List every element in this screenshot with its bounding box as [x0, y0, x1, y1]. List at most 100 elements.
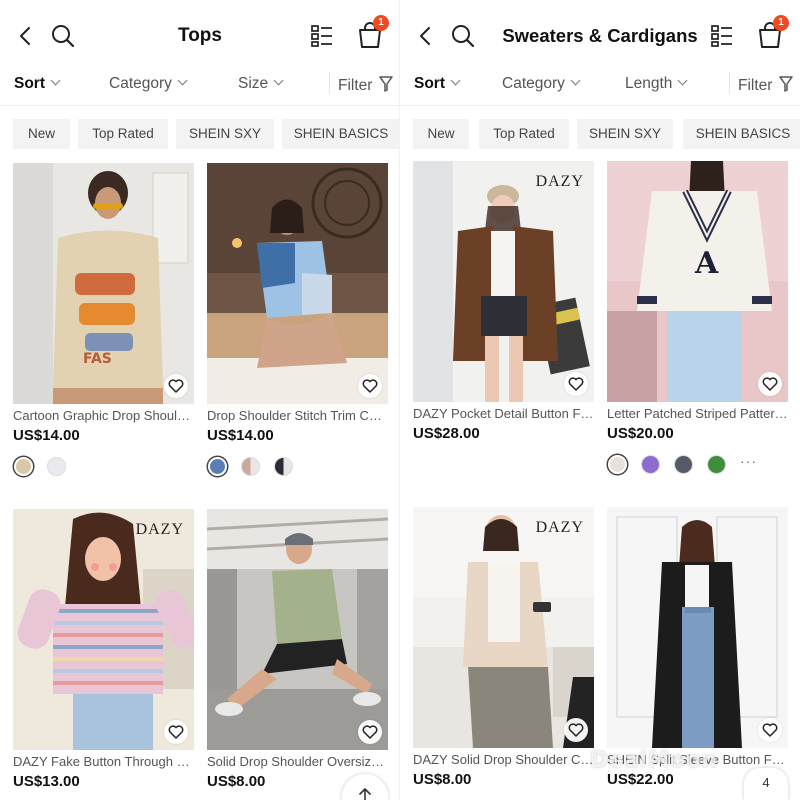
filter-divider	[729, 72, 730, 94]
length-dropdown[interactable]: Length	[625, 74, 688, 94]
grid-view-icon[interactable]	[310, 24, 334, 48]
product-image[interactable]: FAS	[13, 163, 194, 404]
product-image[interactable]: DAZY	[13, 509, 194, 750]
color-swatch[interactable]	[241, 457, 260, 476]
chevron-down-icon	[570, 75, 581, 86]
product-title[interactable]: Solid Drop Shoulder Oversized Tee	[207, 754, 388, 770]
search-icon[interactable]	[450, 23, 476, 49]
page-title: Tops	[178, 25, 222, 46]
category-dropdown[interactable]: Category	[502, 74, 581, 94]
color-swatch[interactable]	[274, 457, 293, 476]
page-number-indicator: 4	[744, 768, 788, 800]
product-image[interactable]: A	[607, 161, 788, 402]
filter-funnel-icon	[379, 76, 393, 92]
product-title[interactable]: Drop Shoulder Stitch Trim Colorblock Tee	[207, 408, 388, 424]
product-image[interactable]: DAZY	[413, 161, 594, 402]
heart-icon	[362, 725, 378, 739]
wishlist-heart-button[interactable]	[358, 374, 382, 398]
product-image[interactable]	[207, 163, 388, 404]
sort-label: Sort	[14, 75, 45, 92]
product-price: US$14.00	[13, 427, 80, 444]
product-price: US$22.00	[607, 771, 674, 788]
scroll-to-top-button[interactable]	[342, 774, 388, 800]
heart-icon	[568, 377, 584, 391]
watermark: DealMoon	[590, 748, 718, 773]
app-root: Tops 1 Sort Category Size Filter New Top…	[0, 0, 800, 800]
top-bar: Tops 1	[0, 0, 400, 70]
svg-text:A: A	[694, 246, 719, 281]
product-price: US$28.00	[413, 425, 480, 442]
filter-bar: Sort Category Size Filter	[0, 62, 400, 106]
product-image[interactable]: DAZY	[413, 507, 594, 748]
heart-icon	[168, 725, 184, 739]
size-dropdown[interactable]: Size	[238, 74, 284, 94]
back-arrow-icon[interactable]	[414, 24, 438, 48]
wishlist-heart-button[interactable]	[164, 374, 188, 398]
more-colors-indicator[interactable]: ···	[740, 453, 757, 469]
product-title[interactable]: DAZY Pocket Detail Button Front Cardigan	[413, 406, 594, 422]
heart-icon	[568, 723, 584, 737]
heart-icon	[762, 377, 778, 391]
product-price: US$8.00	[413, 771, 472, 788]
filter-button[interactable]: Filter	[738, 74, 793, 96]
svg-text:FAS: FAS	[83, 351, 112, 367]
color-swatch[interactable]	[47, 457, 66, 476]
category-label: Category	[109, 75, 172, 92]
color-swatch[interactable]	[641, 455, 660, 474]
filter-label: Filter	[738, 77, 773, 94]
length-label: Length	[625, 75, 673, 92]
category-dropdown[interactable]: Category	[109, 74, 188, 94]
chip-top-rated[interactable]: Top Rated	[78, 119, 168, 149]
wishlist-heart-button[interactable]	[758, 372, 782, 396]
sort-label: Sort	[414, 75, 445, 92]
color-swatch[interactable]	[707, 455, 726, 474]
wishlist-heart-button[interactable]	[564, 372, 588, 396]
grid-view-icon[interactable]	[710, 24, 734, 48]
category-label: Category	[502, 75, 565, 92]
chip-shein-basics[interactable]: SHEIN BASICS	[683, 119, 800, 149]
product-price: US$14.00	[207, 427, 274, 444]
chip-shein-sxy[interactable]: SHEIN SXY	[577, 119, 673, 149]
sort-dropdown[interactable]: Sort	[414, 74, 461, 94]
color-swatch[interactable]	[208, 457, 227, 476]
brand-logo: DAZY	[135, 521, 184, 538]
chip-top-rated[interactable]: Top Rated	[479, 119, 569, 149]
filter-bar: Sort Category Length Filter	[400, 62, 800, 106]
product-price: US$13.00	[13, 773, 80, 790]
page-title: Sweaters & Cardigans	[502, 25, 698, 46]
chevron-down-icon	[677, 75, 688, 86]
filter-funnel-icon	[779, 76, 793, 92]
color-swatch[interactable]	[14, 457, 33, 476]
wishlist-heart-button[interactable]	[164, 720, 188, 744]
chip-shein-basics[interactable]: SHEIN BASICS	[282, 119, 400, 149]
color-swatch[interactable]	[674, 455, 693, 474]
brand-logo: DAZY	[535, 173, 584, 190]
sort-dropdown[interactable]: Sort	[14, 74, 61, 94]
chevron-down-icon	[50, 75, 61, 86]
brand-logo: DAZY	[535, 519, 584, 536]
chip-new[interactable]: New	[413, 119, 469, 149]
product-title[interactable]: Cartoon Graphic Drop Shoulder Tee	[13, 408, 194, 424]
wishlist-heart-button[interactable]	[564, 718, 588, 742]
product-image[interactable]	[207, 509, 388, 750]
color-swatch[interactable]	[608, 455, 627, 474]
filter-label: Filter	[338, 77, 373, 94]
product-title[interactable]: DAZY Solid Drop Shoulder Cardigan	[413, 752, 594, 768]
product-title[interactable]: Letter Patched Striped Pattern Sweater	[607, 406, 788, 422]
wishlist-heart-button[interactable]	[758, 718, 782, 742]
heart-icon	[168, 379, 184, 393]
cart-count-badge: 1	[773, 15, 789, 31]
chip-new[interactable]: New	[13, 119, 70, 149]
wishlist-heart-button[interactable]	[358, 720, 382, 744]
product-image[interactable]	[607, 507, 788, 748]
product-title[interactable]: DAZY Fake Button Through Striped Top	[13, 754, 194, 770]
arrow-up-icon	[359, 788, 371, 800]
top-bar: Sweaters & Cardigans 1	[400, 0, 800, 70]
tops-listing-screen: Tops 1 Sort Category Size Filter New Top…	[0, 0, 400, 800]
filter-divider	[329, 72, 330, 94]
chevron-down-icon	[450, 75, 461, 86]
filter-button[interactable]: Filter	[338, 74, 393, 96]
sweaters-listing-screen: Sweaters & Cardigans 1 Sort Category Len…	[400, 0, 800, 800]
product-price: US$8.00	[207, 773, 266, 790]
chip-shein-sxy[interactable]: SHEIN SXY	[176, 119, 274, 149]
